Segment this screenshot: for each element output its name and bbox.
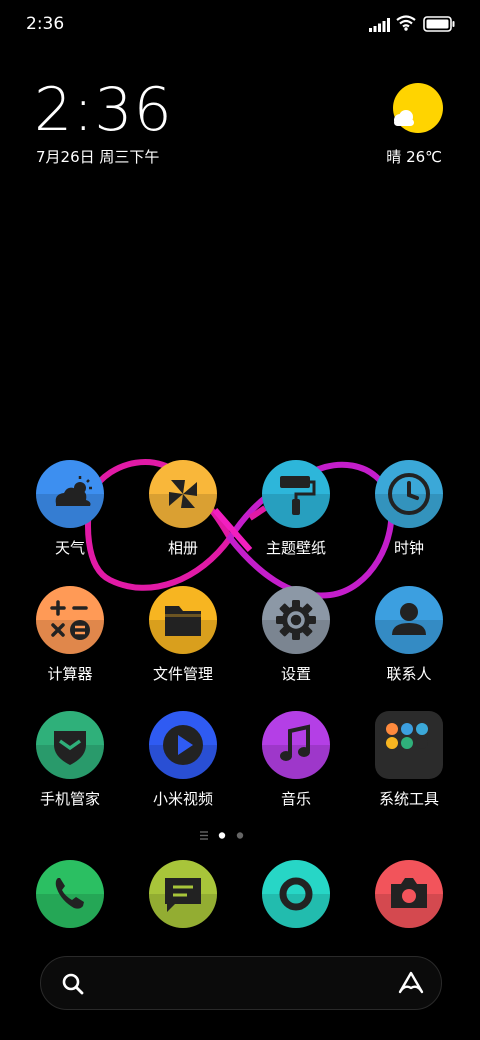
music-note-icon[interactable] (262, 711, 330, 779)
app-clock[interactable]: 时钟 (353, 460, 465, 558)
app-gallery[interactable]: 相册 (127, 460, 239, 558)
weather-text: 晴 26℃ (386, 148, 442, 166)
calculator-icon[interactable] (36, 586, 104, 654)
clock-date: 7月26日 周三下午 (36, 148, 160, 166)
dock-browser[interactable] (240, 860, 352, 928)
app-themes[interactable]: 主题壁纸 (240, 460, 352, 558)
search-bar[interactable] (40, 956, 442, 1010)
status-time: 2:36 (26, 14, 65, 34)
message-icon[interactable] (149, 860, 217, 928)
camera-icon[interactable] (375, 860, 443, 928)
gallery-pinwheel-icon[interactable] (149, 460, 217, 528)
weather-sun-icon[interactable] (388, 82, 448, 142)
signal-icon (369, 17, 391, 36)
dock-camera[interactable] (353, 860, 465, 928)
wifi-icon (396, 15, 416, 35)
clock-time[interactable]: 2:36 (34, 80, 173, 140)
clock-icon[interactable] (375, 460, 443, 528)
folder-group-icon[interactable] (375, 711, 443, 779)
app-label: 系统工具 (378, 790, 439, 808)
app-contacts[interactable]: 联系人 (353, 586, 465, 684)
app-label: 手机管家 (39, 790, 100, 808)
folder-icon[interactable] (149, 586, 217, 654)
app-label: 计算器 (47, 665, 93, 683)
phone-icon[interactable] (36, 860, 104, 928)
search-icon[interactable] (61, 972, 85, 1000)
paint-roller-icon[interactable] (262, 460, 330, 528)
dock-phone[interactable] (14, 860, 126, 928)
app-mi-video[interactable]: 小米视频 (127, 711, 239, 809)
app-label: 音乐 (280, 790, 311, 808)
play-icon[interactable] (149, 711, 217, 779)
app-security[interactable]: 手机管家 (14, 711, 126, 809)
weather-icon[interactable] (36, 460, 104, 528)
app-label: 相册 (167, 539, 198, 557)
app-label: 时钟 (393, 539, 424, 557)
battery-icon (423, 16, 455, 36)
app-music[interactable]: 音乐 (240, 711, 352, 809)
status-bar: 2:36 (0, 0, 480, 50)
app-file-manager[interactable]: 文件管理 (127, 586, 239, 684)
app-label: 主题壁纸 (265, 539, 326, 557)
app-label: 文件管理 (152, 665, 213, 683)
app-label: 天气 (54, 539, 85, 557)
app-settings[interactable]: 设置 (240, 586, 352, 684)
app-label: 联系人 (386, 665, 432, 683)
dock-messages[interactable] (127, 860, 239, 928)
app-label: 小米视频 (152, 790, 213, 808)
page-indicator[interactable] (200, 830, 280, 842)
contact-icon[interactable] (375, 586, 443, 654)
browser-icon[interactable] (262, 860, 330, 928)
app-calculator[interactable]: 计算器 (14, 586, 126, 684)
app-weather[interactable]: 天气 (14, 460, 126, 558)
shield-icon[interactable] (36, 711, 104, 779)
gear-icon[interactable] (262, 586, 330, 654)
app-system-tools-folder[interactable]: 系统工具 (353, 711, 465, 809)
assistant-icon[interactable] (397, 970, 425, 1000)
app-label: 设置 (280, 665, 311, 683)
